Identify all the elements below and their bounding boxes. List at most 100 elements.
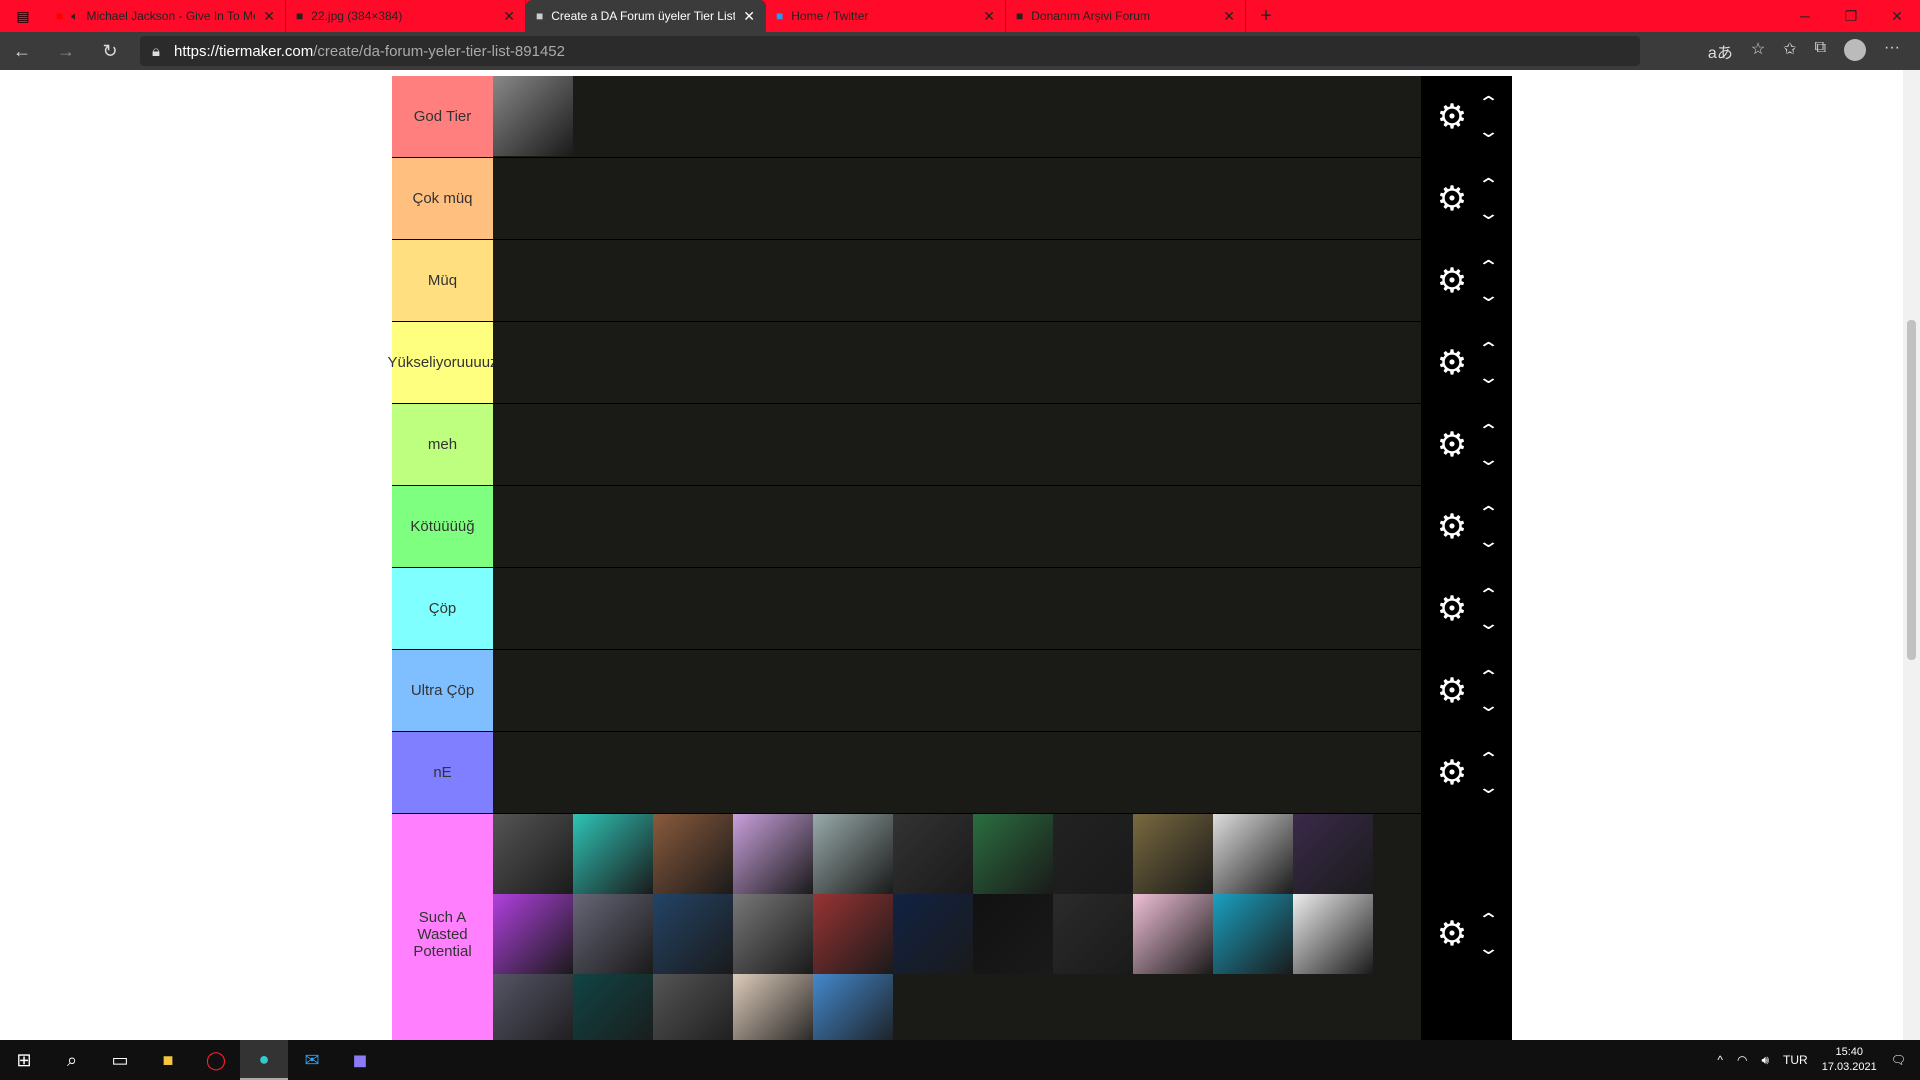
minimize-button[interactable]: ─ <box>1782 0 1828 32</box>
tier-item-image[interactable] <box>1133 814 1213 894</box>
tier-item-image[interactable] <box>973 894 1053 974</box>
move-down-icon[interactable]: ⌄ <box>1477 778 1500 796</box>
edge-icon[interactable]: ● <box>240 1040 288 1080</box>
move-up-icon[interactable]: ⌃ <box>1477 911 1500 929</box>
move-down-icon[interactable]: ⌄ <box>1477 204 1500 222</box>
tier-item-image[interactable] <box>653 894 733 974</box>
tab[interactable]: ■ Create a DA Forum üyeler Tier List ✕ <box>526 0 766 32</box>
move-up-icon[interactable]: ⌃ <box>1477 422 1500 440</box>
tab[interactable]: ■ Home / Twitter ✕ <box>766 0 1006 32</box>
move-down-icon[interactable]: ⌄ <box>1477 286 1500 304</box>
new-tab-button[interactable]: + <box>1246 0 1286 32</box>
tier-item-image[interactable] <box>1053 894 1133 974</box>
move-down-icon[interactable]: ⌄ <box>1477 122 1500 140</box>
tier-item-image[interactable] <box>573 894 653 974</box>
move-up-icon[interactable]: ⌃ <box>1477 94 1500 112</box>
refresh-button[interactable]: ↻ <box>88 41 132 62</box>
volume-icon[interactable]: 🔊︎ <box>1761 1053 1769 1068</box>
tier-items[interactable] <box>493 76 1421 157</box>
restore-button[interactable]: ❐ <box>1828 0 1874 32</box>
move-up-icon[interactable]: ⌃ <box>1477 750 1500 768</box>
tier-item-image[interactable] <box>893 894 973 974</box>
gear-icon[interactable]: ⚙ <box>1437 100 1467 134</box>
tier-items[interactable] <box>493 240 1421 321</box>
tier-label[interactable]: Çok müq <box>392 158 493 239</box>
tab[interactable]: ■ 🔈︎ Michael Jackson - Give In To Me ✕ <box>46 0 286 32</box>
tab-actions-icon[interactable]: ▤ <box>0 0 46 32</box>
read-aloud-icon[interactable]: aあ <box>1708 39 1733 63</box>
gear-icon[interactable]: ⚙ <box>1437 182 1467 216</box>
tier-label[interactable]: Such A Wasted Potential <box>392 814 493 1054</box>
network-icon[interactable]: ◠ <box>1737 1053 1747 1067</box>
tier-label[interactable]: meh <box>392 404 493 485</box>
move-up-icon[interactable]: ⌃ <box>1477 586 1500 604</box>
tier-items[interactable] <box>493 650 1421 731</box>
tier-items[interactable] <box>493 486 1421 567</box>
tier-label[interactable]: Çöp <box>392 568 493 649</box>
close-window-button[interactable]: ✕ <box>1874 0 1920 32</box>
tier-item-image[interactable] <box>573 814 653 894</box>
favorites-icon[interactable]: ✩ <box>1783 39 1796 63</box>
tier-item-image[interactable] <box>733 814 813 894</box>
tier-items[interactable] <box>493 322 1421 403</box>
move-up-icon[interactable]: ⌃ <box>1477 258 1500 276</box>
tier-items[interactable] <box>493 158 1421 239</box>
tier-item-image[interactable] <box>1213 894 1293 974</box>
tier-label[interactable]: Yükseliyoruuuuz <box>387 322 498 403</box>
tier-item-image[interactable] <box>653 814 733 894</box>
gear-icon[interactable]: ⚙ <box>1437 917 1467 951</box>
tab[interactable]: ■ 22.jpg (384×384) ✕ <box>286 0 526 32</box>
close-tab-icon[interactable]: ✕ <box>1223 8 1235 25</box>
search-icon[interactable]: ⌕ <box>48 1040 96 1080</box>
tier-items[interactable] <box>493 732 1421 813</box>
move-up-icon[interactable]: ⌃ <box>1477 668 1500 686</box>
tray-chevron-icon[interactable]: ^ <box>1717 1053 1723 1067</box>
scrollbar[interactable] <box>1903 70 1920 1040</box>
task-view-icon[interactable]: ▭ <box>96 1040 144 1080</box>
tier-label[interactable]: nE <box>392 732 493 813</box>
tier-item-image[interactable] <box>1293 814 1373 894</box>
move-down-icon[interactable]: ⌄ <box>1477 450 1500 468</box>
notifications-icon[interactable]: 🗨︎ <box>1891 1053 1906 1067</box>
discord-icon[interactable]: ◼ <box>336 1040 384 1080</box>
gear-icon[interactable]: ⚙ <box>1437 510 1467 544</box>
tier-item-image[interactable] <box>1293 894 1373 974</box>
move-up-icon[interactable]: ⌃ <box>1477 504 1500 522</box>
close-tab-icon[interactable]: ✕ <box>983 8 995 25</box>
gear-icon[interactable]: ⚙ <box>1437 592 1467 626</box>
tier-item-image[interactable] <box>893 814 973 894</box>
tier-item-image[interactable] <box>1053 814 1133 894</box>
start-button[interactable]: ⊞ <box>0 1040 48 1080</box>
opera-icon[interactable]: ◯ <box>192 1040 240 1080</box>
tier-item-image[interactable] <box>493 814 573 894</box>
gear-icon[interactable]: ⚙ <box>1437 346 1467 380</box>
tier-item-image[interactable] <box>493 894 573 974</box>
language-indicator[interactable]: TUR <box>1783 1053 1808 1067</box>
tier-item-image[interactable] <box>1133 894 1213 974</box>
move-down-icon[interactable]: ⌄ <box>1477 368 1500 386</box>
move-down-icon[interactable]: ⌄ <box>1477 696 1500 714</box>
tier-item-image[interactable] <box>733 894 813 974</box>
move-down-icon[interactable]: ⌄ <box>1477 614 1500 632</box>
mail-icon[interactable]: ✉ <box>288 1040 336 1080</box>
add-favorite-icon[interactable]: ☆ <box>1751 39 1765 63</box>
tab[interactable]: ■ Donanım Arşivi Forum ✕ <box>1006 0 1246 32</box>
move-up-icon[interactable]: ⌃ <box>1477 176 1500 194</box>
tier-item-image[interactable] <box>1213 814 1293 894</box>
profile-avatar[interactable] <box>1844 39 1867 61</box>
more-menu-icon[interactable]: ··· <box>1884 39 1900 63</box>
clock[interactable]: 15:40 17.03.2021 <box>1822 1045 1877 1075</box>
tier-items[interactable] <box>493 404 1421 485</box>
url-input[interactable]: 🔒︎ https://tiermaker.com/create/da-forum… <box>140 36 1640 66</box>
tier-label[interactable]: Ultra Çöp <box>392 650 493 731</box>
gear-icon[interactable]: ⚙ <box>1437 674 1467 708</box>
back-button[interactable]: ← <box>0 41 44 62</box>
speaker-icon[interactable]: 🔈︎ <box>71 9 78 24</box>
tier-item-image[interactable] <box>493 76 573 156</box>
tier-item-image[interactable] <box>813 814 893 894</box>
file-explorer-icon[interactable]: ■ <box>144 1040 192 1080</box>
collections-icon[interactable]: ⧉ <box>1815 39 1826 63</box>
gear-icon[interactable]: ⚙ <box>1437 428 1467 462</box>
gear-icon[interactable]: ⚙ <box>1437 756 1467 790</box>
move-down-icon[interactable]: ⌄ <box>1477 532 1500 550</box>
